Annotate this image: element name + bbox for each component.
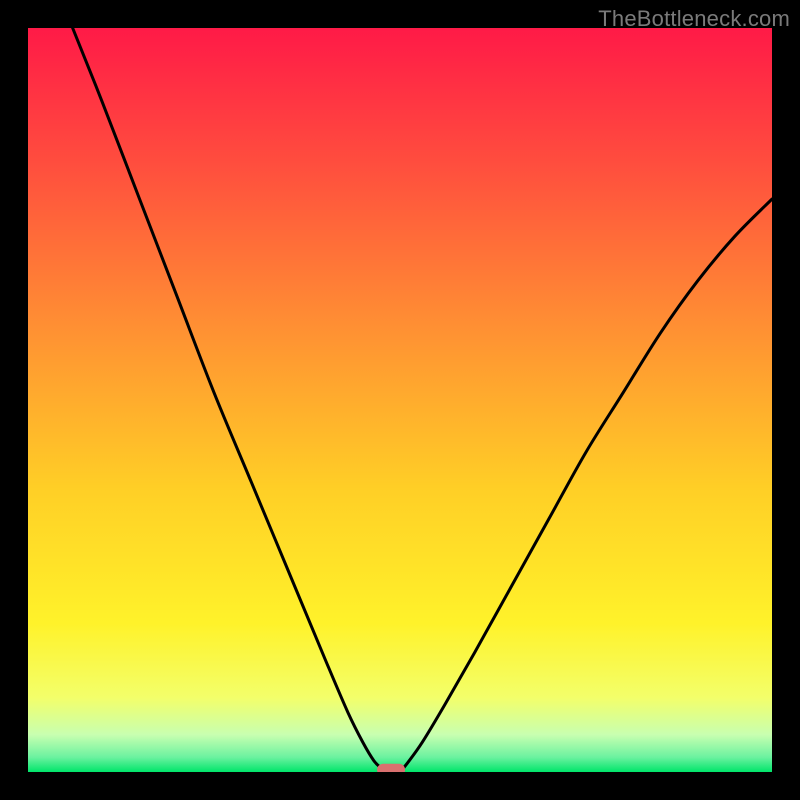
chart-frame [28,28,772,772]
watermark-text: TheBottleneck.com [598,6,790,32]
bottleneck-gradient-plot [28,28,772,772]
optimal-marker [377,764,405,772]
gradient-background [28,28,772,772]
